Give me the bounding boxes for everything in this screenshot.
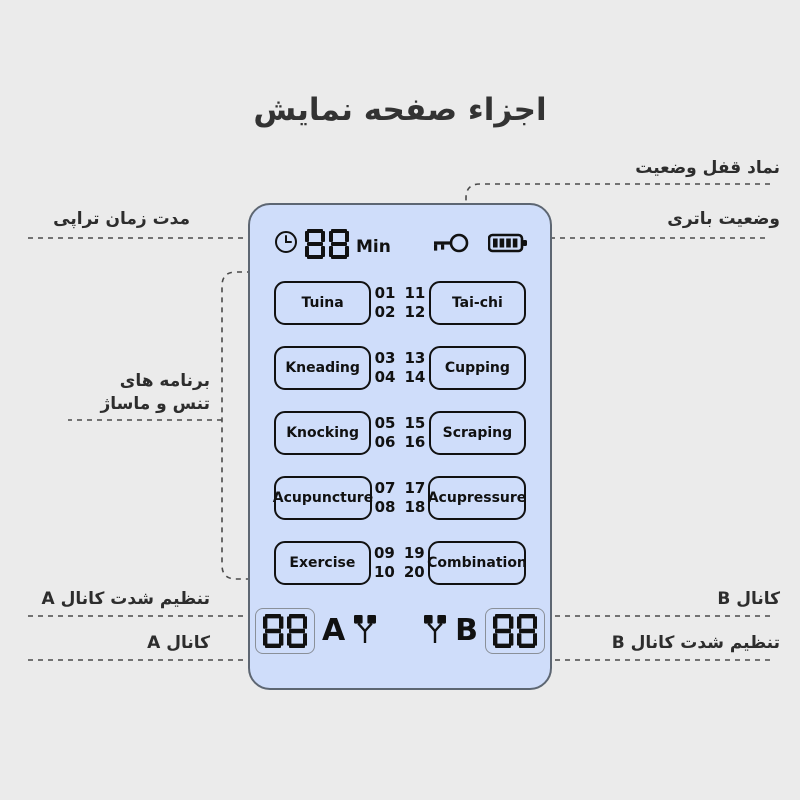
program-code: 03 <box>374 349 396 368</box>
program-code: 10 <box>374 563 395 581</box>
program-code: 14 <box>404 368 426 386</box>
program-code: 01 <box>374 284 396 303</box>
program-code: 06 <box>374 433 396 451</box>
page-title: اجزاء صفحه نمایش <box>253 92 547 128</box>
channel-a-letter: A <box>321 613 346 648</box>
channel-a-group: A <box>254 608 378 654</box>
program-row: Tuina 01 11 02 12 Tai-chi <box>250 279 550 327</box>
program-code: 19 <box>403 544 425 563</box>
program-button-tuina[interactable]: Tuina <box>274 281 372 325</box>
program-row: Knocking 05 15 06 16 Scraping <box>250 409 550 457</box>
program-code: 02 <box>374 303 396 321</box>
program-button-exercise[interactable]: Exercise <box>274 541 371 585</box>
callout-battery-status: وضعیت باتری <box>667 209 780 229</box>
program-row: Exercise 09 19 10 20 Combination <box>250 539 550 587</box>
program-row: Kneading 03 13 04 14 Cupping <box>250 344 550 392</box>
status-icons <box>432 232 528 258</box>
device-display-panel: Min Tuina 01 11 02 12 Tai-chi Kneading 0… <box>248 203 552 690</box>
channel-b-letter: B <box>455 613 479 648</box>
callout-programs: برنامه های تنس و ماساژ <box>100 371 210 414</box>
program-code: 18 <box>404 498 426 516</box>
program-codes: 09 19 10 20 <box>371 544 428 582</box>
callout-channel-a-intensity: تنظیم شدت کانال A <box>41 589 211 609</box>
therapy-time-unit: Min <box>356 237 391 257</box>
callout-channel-a: کانال A <box>147 633 210 653</box>
channel-b-intensity-display[interactable] <box>485 608 546 654</box>
program-codes: 03 13 04 14 <box>371 349 429 387</box>
therapy-time-value <box>305 229 349 259</box>
program-code: 08 <box>374 498 396 516</box>
program-codes: 01 11 02 12 <box>371 284 429 322</box>
program-code: 17 <box>404 479 426 498</box>
program-code: 12 <box>404 303 426 321</box>
callout-channel-b: کانال B <box>717 589 780 609</box>
program-code: 16 <box>404 433 426 451</box>
program-button-acupressure[interactable]: Acupressure <box>428 476 526 520</box>
program-code: 20 <box>403 563 425 581</box>
program-list: Tuina 01 11 02 12 Tai-chi Kneading 03 13 <box>250 279 550 587</box>
electrode-icon <box>422 614 448 648</box>
program-button-knocking[interactable]: Knocking <box>274 411 372 455</box>
program-button-scraping[interactable]: Scraping <box>428 411 526 455</box>
program-button-tai-chi[interactable]: Tai-chi <box>428 281 526 325</box>
program-code: 13 <box>404 349 426 368</box>
program-code: 05 <box>374 414 396 433</box>
clock-icon <box>274 230 298 258</box>
program-code: 04 <box>374 368 396 386</box>
program-button-cupping[interactable]: Cupping <box>428 346 526 390</box>
program-button-kneading[interactable]: Kneading <box>274 346 372 390</box>
program-code: 15 <box>404 414 426 433</box>
callout-lock-status: نماد قفل وضعیت <box>635 158 780 178</box>
channel-bar: A B <box>250 602 550 660</box>
program-button-acupuncture[interactable]: Acupuncture <box>273 476 373 520</box>
channel-b-group: B <box>422 608 546 654</box>
program-code: 09 <box>374 544 395 563</box>
status-bar: Min <box>250 225 550 269</box>
electrode-icon <box>352 614 378 648</box>
therapy-time-readout: Min <box>274 229 391 259</box>
program-row: Acupuncture 07 17 08 18 Acupressure <box>250 474 550 522</box>
program-codes: 05 15 06 16 <box>371 414 429 452</box>
program-code: 07 <box>374 479 396 498</box>
program-button-combination[interactable]: Combination <box>427 541 527 585</box>
callout-channel-b-intensity: تنظیم شدت کانال B <box>611 633 780 653</box>
program-code: 11 <box>404 284 426 303</box>
callout-therapy-time: مدت زمان تراپی <box>53 209 190 229</box>
battery-icon <box>487 232 528 258</box>
program-codes: 07 17 08 18 <box>372 479 428 517</box>
channel-a-intensity-display[interactable] <box>254 608 315 654</box>
key-icon <box>432 232 470 258</box>
